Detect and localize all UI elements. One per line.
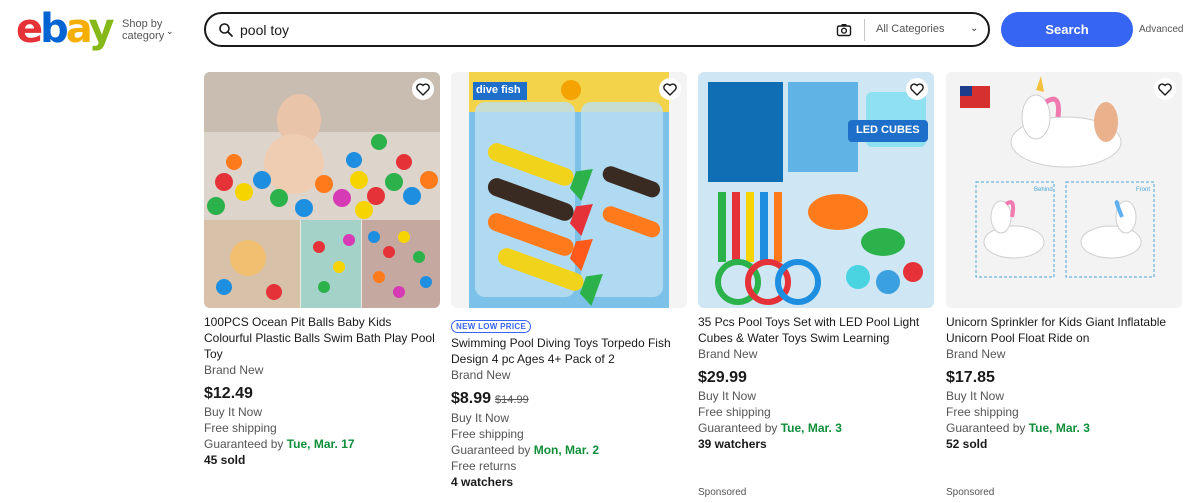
watchers-count: 4 watchers xyxy=(451,475,514,489)
shipping-info: Free shipping xyxy=(451,427,524,441)
product-info: Unicorn Sprinkler for Kids Giant Inflata… xyxy=(946,314,1182,452)
price-row: $29.99 xyxy=(698,368,934,388)
shipping-info: Free shipping xyxy=(946,405,1019,419)
product-info: 100PCS Ocean Pit Balls Baby Kids Colourf… xyxy=(204,314,440,468)
heart-icon xyxy=(1158,83,1172,96)
ball-pit-image xyxy=(204,72,440,308)
was-price: $14.99 xyxy=(495,394,529,406)
heart-icon xyxy=(910,83,924,96)
heart-icon xyxy=(416,83,430,96)
watchers-count: 39 watchers xyxy=(698,437,767,451)
product-price: $29.99 xyxy=(698,369,747,386)
buying-format: Buy It Now xyxy=(204,405,263,419)
buying-format: Buy It Now xyxy=(698,389,757,403)
product-card[interactable]: Behind Front Unicorn Sprinkler for Kids … xyxy=(946,72,1182,451)
price-row: $17.85 xyxy=(946,368,1182,388)
watchlist-heart-button[interactable] xyxy=(412,78,434,100)
chevron-down-icon: ⌄ xyxy=(166,26,174,36)
watchlist-heart-button[interactable] xyxy=(659,78,681,100)
watchlist-heart-button[interactable] xyxy=(1154,78,1176,100)
image-caption: LED CUBES xyxy=(856,124,920,136)
image-label-behind: Behind xyxy=(1034,187,1053,193)
product-card[interactable]: LED CUBES 35 Pcs Pool Toys Set with LED … xyxy=(698,72,934,451)
divider xyxy=(864,19,865,41)
product-price: $17.85 xyxy=(946,369,995,386)
heart-icon xyxy=(663,83,677,96)
product-title[interactable]: 35 Pcs Pool Toys Set with LED Pool Light… xyxy=(698,314,934,346)
sponsored-label: Sponsored xyxy=(698,487,747,498)
price-row: $8.99 $14.99 xyxy=(451,389,687,410)
sold-count: 45 sold xyxy=(204,453,246,467)
sold-count: 52 sold xyxy=(946,437,988,451)
shipping-info: Free shipping xyxy=(698,405,771,419)
watchlist-heart-button[interactable] xyxy=(906,78,928,100)
shipping-info: Free shipping xyxy=(204,421,277,435)
new-low-price-badge: NEW LOW PRICE xyxy=(451,320,532,333)
sponsored-label: Sponsored xyxy=(946,487,995,498)
image-caption: dive fish xyxy=(476,84,521,96)
product-condition: Brand New xyxy=(204,363,264,377)
product-condition: Brand New xyxy=(451,368,511,382)
product-title[interactable]: Swimming Pool Diving Toys Torpedo Fish D… xyxy=(451,335,687,367)
dive-torpedo-image xyxy=(469,72,669,308)
guaranteed-delivery: Guaranteed by Tue, Mar. 3 xyxy=(946,421,1090,435)
price-row: $12.49 xyxy=(204,384,440,404)
returns-info: Free returns xyxy=(451,459,517,473)
header: ebay Shop by category ⌄ All Categories ⌄… xyxy=(0,0,1200,58)
product-condition: Brand New xyxy=(698,347,758,361)
product-info: NEW LOW PRICE Swimming Pool Diving Toys … xyxy=(451,316,687,490)
search-button[interactable]: Search xyxy=(1001,12,1133,47)
product-price: $8.99 xyxy=(451,390,492,407)
search-bar: All Categories ⌄ xyxy=(204,12,990,47)
product-title[interactable]: 100PCS Ocean Pit Balls Baby Kids Colourf… xyxy=(204,314,440,362)
category-select[interactable]: All Categories xyxy=(876,23,944,35)
product-info: 35 Pcs Pool Toys Set with LED Pool Light… xyxy=(698,314,934,452)
pool-toy-set-image xyxy=(698,72,934,308)
chevron-down-icon[interactable]: ⌄ xyxy=(970,23,978,34)
product-condition: Brand New xyxy=(946,347,1006,361)
product-price: $12.49 xyxy=(204,385,253,402)
product-card[interactable]: dive fish NEW LOW PRICE Swimming Pool Di… xyxy=(451,72,687,489)
guaranteed-delivery: Guaranteed by Tue, Mar. 3 xyxy=(698,421,842,435)
shop-by-category-button[interactable]: Shop by category ⌄ xyxy=(122,18,174,42)
product-image[interactable]: Behind Front xyxy=(946,72,1182,308)
image-label-front: Front xyxy=(1136,187,1151,193)
product-card[interactable]: 100PCS Ocean Pit Balls Baby Kids Colourf… xyxy=(204,72,440,467)
guaranteed-delivery: Guaranteed by Mon, Mar. 2 xyxy=(451,443,600,457)
buying-format: Buy It Now xyxy=(451,411,510,425)
search-input[interactable] xyxy=(240,19,820,41)
ebay-logo[interactable]: ebay xyxy=(16,7,115,51)
product-image[interactable] xyxy=(204,72,440,308)
buying-format: Buy It Now xyxy=(946,389,1005,403)
guaranteed-delivery: Guaranteed by Tue, Mar. 17 xyxy=(204,437,355,451)
product-image[interactable]: LED CUBES xyxy=(698,72,934,308)
advanced-search-link[interactable]: Advanced xyxy=(1139,24,1183,35)
product-image[interactable]: dive fish xyxy=(451,72,687,308)
camera-icon[interactable] xyxy=(836,22,852,38)
search-icon xyxy=(219,23,233,37)
product-title[interactable]: Unicorn Sprinkler for Kids Giant Inflata… xyxy=(946,314,1182,346)
